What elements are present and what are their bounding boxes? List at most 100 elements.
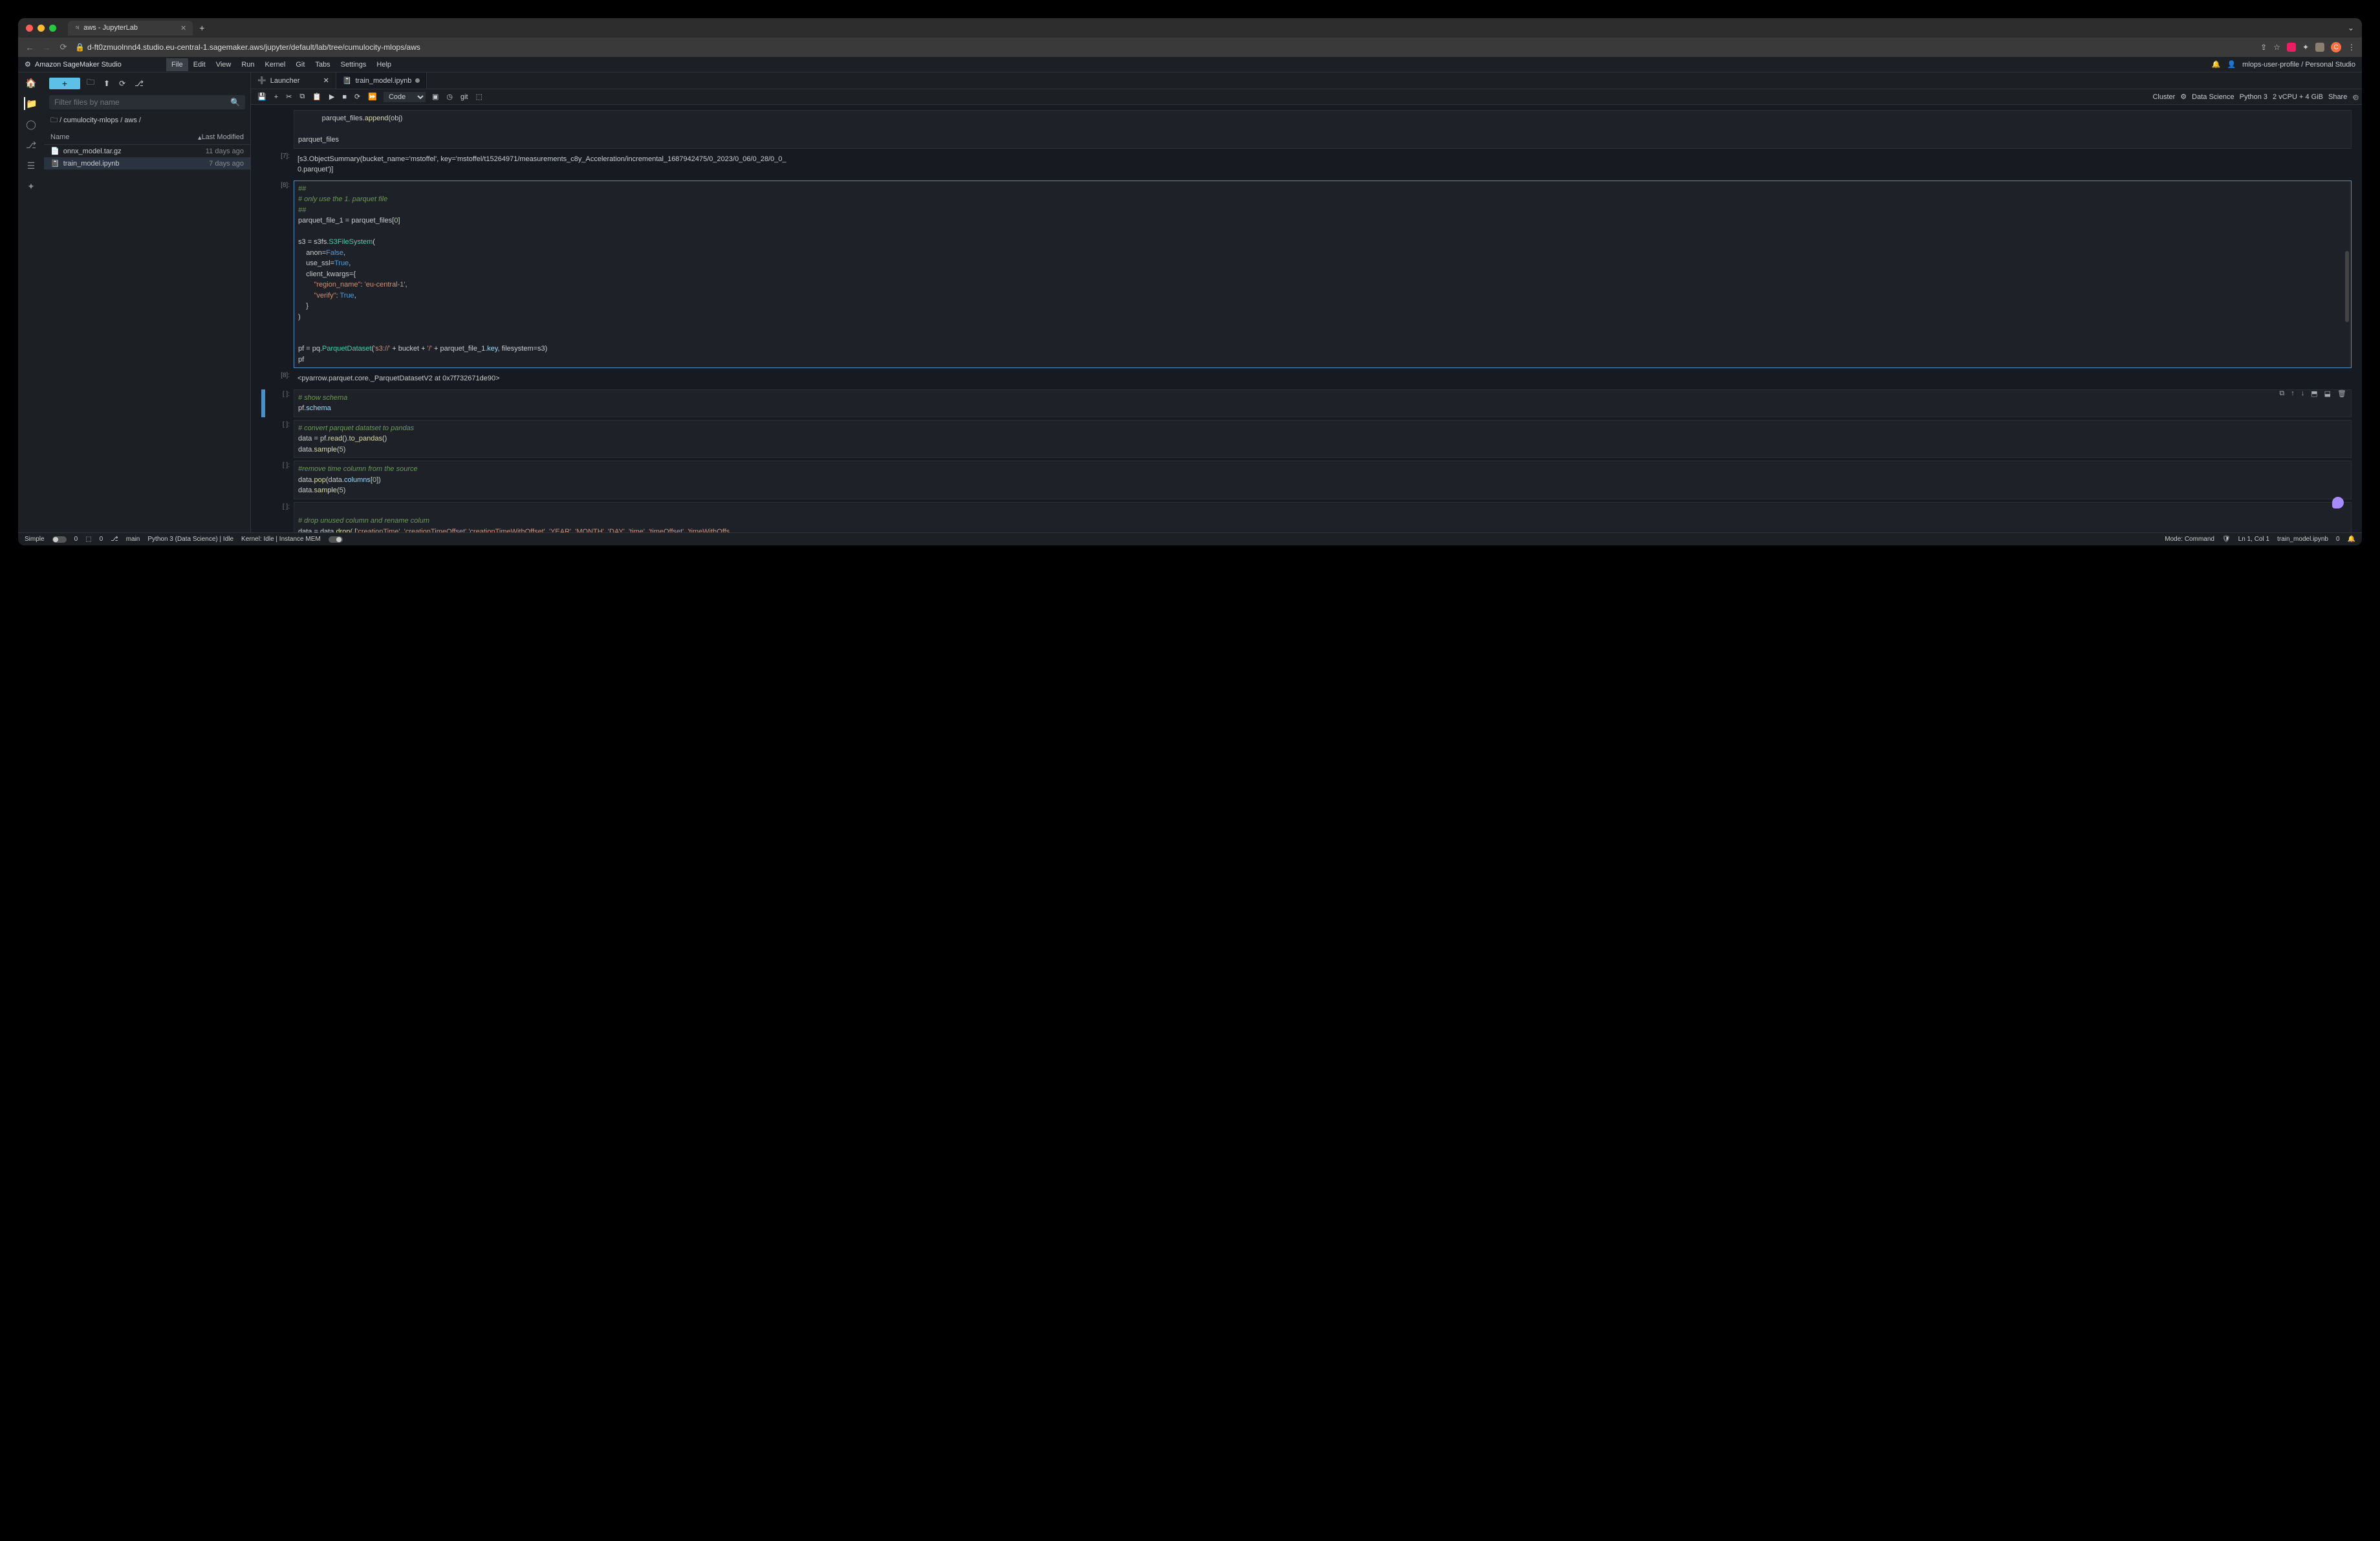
- notebook-cell[interactable]: [ ]:# show schema pf.schema: [261, 389, 2352, 417]
- cluster-gear-icon[interactable]: ⚙: [2180, 93, 2187, 101]
- paste-icon[interactable]: 📋: [311, 93, 323, 101]
- kernel-lang[interactable]: Data Science: [2192, 93, 2234, 101]
- back-icon[interactable]: ←: [25, 43, 35, 52]
- toc-icon[interactable]: ☰: [25, 159, 38, 172]
- cell-type-select[interactable]: Code: [384, 92, 426, 102]
- minimize-window[interactable]: [38, 25, 45, 32]
- mem-toggle[interactable]: [329, 536, 343, 543]
- share-icon[interactable]: ⇪: [2260, 43, 2267, 52]
- breadcrumb[interactable]: 🗀 / cumulocity-mlops / aws /: [44, 111, 250, 131]
- close-tab-icon[interactable]: ✕: [323, 76, 329, 85]
- delete-icon[interactable]: 🗑: [2337, 389, 2346, 398]
- save-icon[interactable]: 💾: [256, 93, 268, 101]
- menu-run[interactable]: Run: [236, 58, 259, 71]
- scrollbar-thumb[interactable]: [2345, 251, 2349, 322]
- trusted-icon[interactable]: 🛡: [2222, 536, 2231, 543]
- doc-tab[interactable]: ➕Launcher✕: [251, 72, 336, 89]
- browser-menu-icon[interactable]: ⋮: [2348, 43, 2355, 52]
- url-field[interactable]: 🔒 d-ft0zmuolnnd4.studio.eu-central-1.sag…: [75, 43, 2254, 52]
- git-icon[interactable]: ⎇: [25, 138, 38, 151]
- notebook-cell[interactable]: [8]:## # only use the 1. parquet file ##…: [261, 180, 2352, 369]
- extensions-panel-icon[interactable]: ✦: [25, 180, 38, 193]
- clock-icon[interactable]: ◷: [445, 93, 454, 101]
- file-item[interactable]: 📓train_model.ipynb7 days ago: [44, 157, 250, 169]
- duplicate-icon[interactable]: ⧉: [2279, 389, 2284, 398]
- cell-input[interactable]: # show schema pf.schema: [294, 389, 2352, 417]
- extension-square-icon[interactable]: [2315, 43, 2324, 52]
- forward-icon[interactable]: →: [41, 43, 52, 52]
- extension-pink-icon[interactable]: [2287, 43, 2296, 52]
- run-icon[interactable]: ▶: [328, 93, 336, 101]
- git-branch[interactable]: main: [126, 536, 140, 543]
- menu-file[interactable]: File: [166, 58, 188, 71]
- simple-toggle[interactable]: [52, 536, 67, 543]
- file-filter[interactable]: 🔍: [49, 95, 245, 109]
- cell-input[interactable]: # drop unused column and rename colum da…: [294, 502, 2352, 533]
- notebook-cell[interactable]: [ ]:# convert parquet datatset to pandas…: [261, 420, 2352, 459]
- profile-avatar[interactable]: C: [2331, 42, 2341, 52]
- new-launcher-button[interactable]: +: [49, 78, 80, 89]
- kernels-count[interactable]: 0: [100, 536, 103, 543]
- menu-edit[interactable]: Edit: [188, 58, 211, 71]
- git-nb-icon[interactable]: git: [459, 93, 470, 101]
- running-icon[interactable]: ◯: [25, 118, 38, 131]
- user-label[interactable]: mlops-user-profile / Personal Studio: [2242, 61, 2355, 69]
- cut-icon[interactable]: ✂: [285, 93, 293, 101]
- extensions-icon[interactable]: ✦: [2302, 43, 2309, 52]
- terminal-icon[interactable]: ▣: [431, 93, 440, 101]
- chat-bubble-icon[interactable]: [2332, 497, 2344, 508]
- cell-input[interactable]: #remove time column from the source data…: [294, 461, 2352, 499]
- restart-icon[interactable]: ⟳: [353, 93, 362, 101]
- move-up-icon[interactable]: ↑: [2291, 389, 2295, 398]
- notebook-cell[interactable]: [7]:[s3.ObjectSummary(bucket_name='mstof…: [261, 151, 2352, 178]
- resources[interactable]: 2 vCPU + 4 GiB: [2273, 93, 2323, 101]
- home-icon[interactable]: 🏠: [25, 76, 38, 89]
- maximize-window[interactable]: [49, 25, 56, 32]
- diff-icon[interactable]: ⬚: [475, 93, 484, 101]
- close-window[interactable]: [26, 25, 33, 32]
- git-clone-icon[interactable]: ⎇: [132, 79, 146, 88]
- menu-git[interactable]: Git: [290, 58, 310, 71]
- kernel-py[interactable]: Python 3: [2240, 93, 2267, 101]
- upload-icon[interactable]: ⬆: [101, 79, 113, 88]
- move-down-icon[interactable]: ↓: [2301, 389, 2305, 398]
- notebook-cell[interactable]: [ ]:#remove time column from the source …: [261, 461, 2352, 499]
- terminals-count[interactable]: 0: [74, 536, 78, 543]
- insert-below-icon[interactable]: ⬓: [2324, 389, 2331, 398]
- add-cell-icon[interactable]: +: [273, 93, 279, 101]
- cell-input[interactable]: # convert parquet datatset to pandas dat…: [294, 420, 2352, 459]
- menu-kernel[interactable]: Kernel: [260, 58, 291, 71]
- bell-icon[interactable]: 🔔: [2212, 60, 2221, 69]
- cluster-label[interactable]: Cluster: [2152, 93, 2175, 101]
- file-item[interactable]: 📄onnx_model.tar.gz11 days ago: [44, 145, 250, 157]
- menu-settings[interactable]: Settings: [336, 58, 372, 71]
- copy-icon[interactable]: ⧉: [298, 93, 306, 101]
- stop-icon[interactable]: ■: [341, 93, 348, 101]
- menu-view[interactable]: View: [211, 58, 237, 71]
- notebook-body[interactable]: parquet_files.append(obj) parquet_files[…: [251, 105, 2362, 532]
- doc-tab[interactable]: 📓train_model.ipynb: [336, 72, 427, 89]
- browser-tab[interactable]: ♃ aws - JupyterLab ✕: [68, 21, 193, 36]
- notebook-cell[interactable]: [ ]: # drop unused column and rename col…: [261, 502, 2352, 533]
- filter-input[interactable]: [54, 98, 230, 107]
- kernel-status[interactable]: Python 3 (Data Science) | Idle: [147, 536, 233, 543]
- bookmark-icon[interactable]: ☆: [2273, 43, 2280, 52]
- tab-overflow-icon[interactable]: ⌄: [2348, 23, 2354, 32]
- notebook-cell[interactable]: [8]:<pyarrow.parquet.core._ParquetDatase…: [261, 371, 2352, 387]
- insert-above-icon[interactable]: ⬒: [2311, 389, 2317, 398]
- menu-tabs[interactable]: Tabs: [310, 58, 335, 71]
- settings-gear-icon[interactable]: ⚙: [2352, 93, 2359, 102]
- share-label[interactable]: Share: [2328, 93, 2347, 101]
- search-icon[interactable]: 🔍: [230, 98, 240, 107]
- notification-icon[interactable]: 🔔: [2348, 536, 2355, 543]
- refresh-icon[interactable]: ⟳: [116, 79, 128, 88]
- menu-help[interactable]: Help: [371, 58, 396, 71]
- notebook-cell[interactable]: parquet_files.append(obj) parquet_files: [261, 110, 2352, 149]
- file-browser-icon[interactable]: 📁: [24, 97, 37, 110]
- new-folder-icon[interactable]: 🗀: [84, 76, 97, 90]
- close-tab-icon[interactable]: ✕: [180, 24, 186, 32]
- reload-icon[interactable]: ⟳: [58, 42, 69, 52]
- cell-input[interactable]: parquet_files.append(obj) parquet_files: [294, 110, 2352, 149]
- new-tab-icon[interactable]: +: [199, 23, 204, 33]
- fast-forward-icon[interactable]: ⏩: [367, 93, 378, 101]
